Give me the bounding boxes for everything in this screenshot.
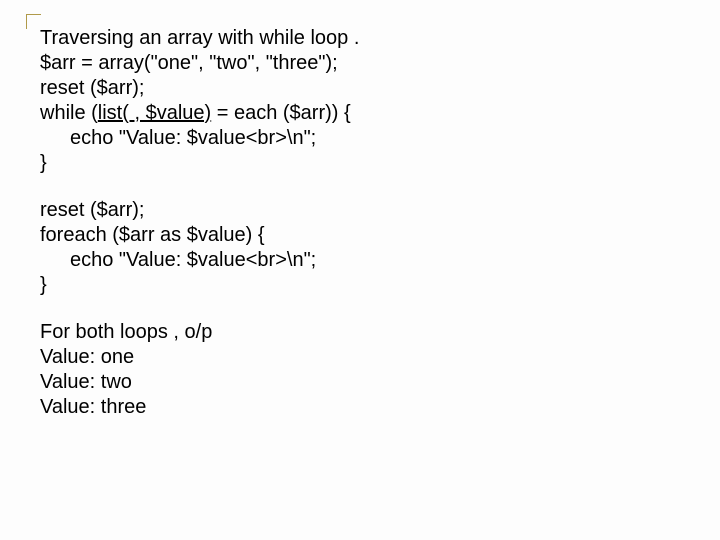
output-block: For both loops , o/p Value: one Value: t… — [40, 320, 680, 420]
underlined-text: list( , $value) — [98, 102, 211, 124]
text-line: while (list( , $value) = each ($arr)) { — [40, 101, 680, 126]
text-line: reset ($arr); — [40, 198, 680, 223]
text-line: $arr = array("one", "two", "three"); — [40, 51, 680, 76]
code-block-foreach: reset ($arr); foreach ($arr as $value) {… — [40, 198, 680, 298]
text-span: while ( — [40, 102, 98, 124]
text-line: Traversing an array with while loop . — [40, 26, 680, 51]
text-line: Value: three — [40, 395, 680, 420]
corner-decoration — [26, 14, 41, 29]
text-line: echo "Value: $value<br>\n"; — [40, 126, 680, 151]
text-line: foreach ($arr as $value) { — [40, 223, 680, 248]
text-line: Value: two — [40, 370, 680, 395]
slide-content: Traversing an array with while loop . $a… — [40, 26, 680, 442]
text-line: For both loops , o/p — [40, 320, 680, 345]
code-block-while: Traversing an array with while loop . $a… — [40, 26, 680, 176]
text-line: reset ($arr); — [40, 76, 680, 101]
text-line: echo "Value: $value<br>\n"; — [40, 248, 680, 273]
slide: Traversing an array with while loop . $a… — [0, 0, 720, 540]
text-span: = each ($arr)) { — [211, 102, 351, 124]
text-line: } — [40, 151, 680, 176]
text-line: Value: one — [40, 345, 680, 370]
text-line: } — [40, 273, 680, 298]
